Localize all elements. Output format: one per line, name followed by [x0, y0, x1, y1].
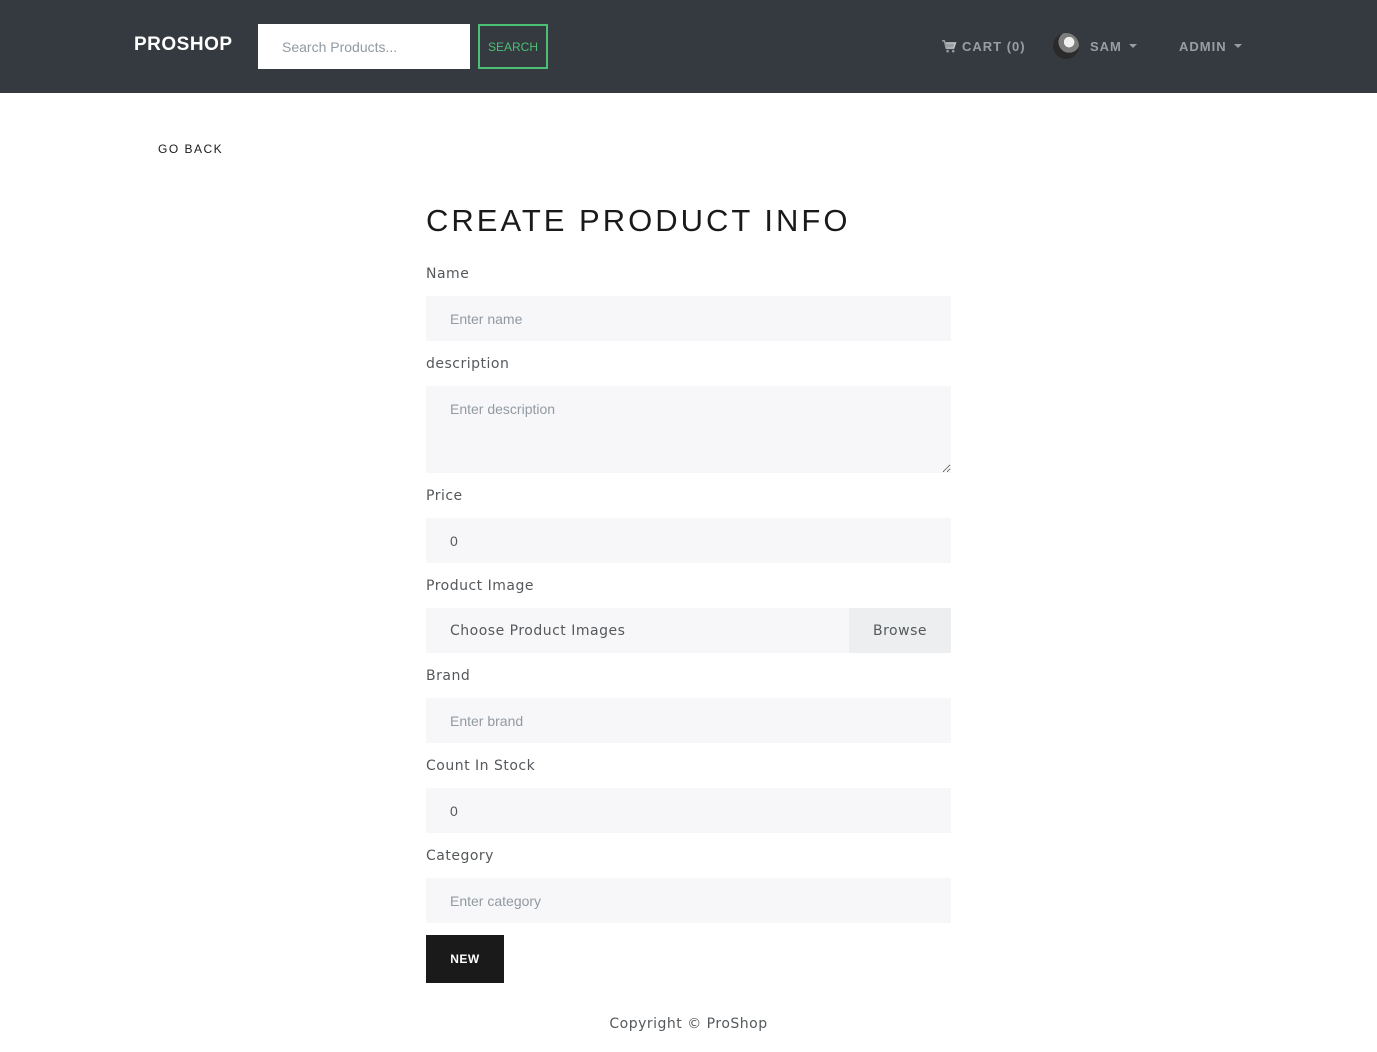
create-product-form: CREATE PRODUCT INFO Name description Pri… [426, 200, 951, 983]
user-menu-dropdown[interactable]: SAM [1090, 39, 1137, 54]
count-field-group: Count In Stock [426, 756, 951, 833]
category-label: Category [426, 848, 494, 864]
top-navbar: PROSHOP SEARCH CART (0) SAM ADMIN [0, 0, 1377, 93]
count-in-stock-input[interactable] [426, 788, 951, 833]
cart-label: CART (0) [962, 39, 1026, 54]
go-back-link[interactable]: GO BACK [158, 142, 223, 156]
name-field-group: Name [426, 264, 951, 341]
browse-button[interactable]: Browse [849, 608, 951, 653]
image-field-group: Product Image Choose Product Images Brow… [426, 576, 951, 653]
file-input[interactable]: Choose Product Images Browse [426, 608, 951, 653]
image-label: Product Image [426, 578, 534, 594]
description-field-group: description [426, 354, 951, 473]
footer-copyright: Copyright © ProShop [609, 1016, 768, 1032]
search-button[interactable]: SEARCH [478, 24, 548, 69]
price-label: Price [426, 488, 463, 504]
name-input[interactable] [426, 296, 951, 341]
price-input[interactable] [426, 518, 951, 563]
count-in-stock-label: Count In Stock [426, 758, 536, 774]
page-title: CREATE PRODUCT INFO [426, 203, 851, 238]
category-input[interactable] [426, 878, 951, 923]
name-label: Name [426, 266, 470, 282]
file-input-label[interactable]: Choose Product Images [426, 608, 849, 653]
brand-label: Brand [426, 668, 471, 684]
brand-logo-link[interactable]: PROSHOP [134, 34, 233, 56]
cart-link[interactable]: CART (0) [942, 39, 1026, 54]
caret-down-icon [1128, 43, 1137, 48]
shopping-cart-icon [942, 40, 957, 53]
category-field-group: Category [426, 846, 951, 923]
new-product-button[interactable]: NEW [426, 935, 504, 983]
description-label: description [426, 356, 510, 372]
price-field-group: Price [426, 486, 951, 563]
caret-down-icon [1233, 43, 1242, 48]
brand-field-group: Brand [426, 666, 951, 743]
search-input[interactable] [258, 24, 470, 69]
user-avatar[interactable] [1053, 33, 1079, 59]
description-textarea[interactable] [426, 386, 951, 473]
admin-menu-dropdown[interactable]: ADMIN [1179, 39, 1242, 54]
brand-input[interactable] [426, 698, 951, 743]
user-name-label: SAM [1090, 39, 1122, 54]
admin-label: ADMIN [1179, 39, 1227, 54]
